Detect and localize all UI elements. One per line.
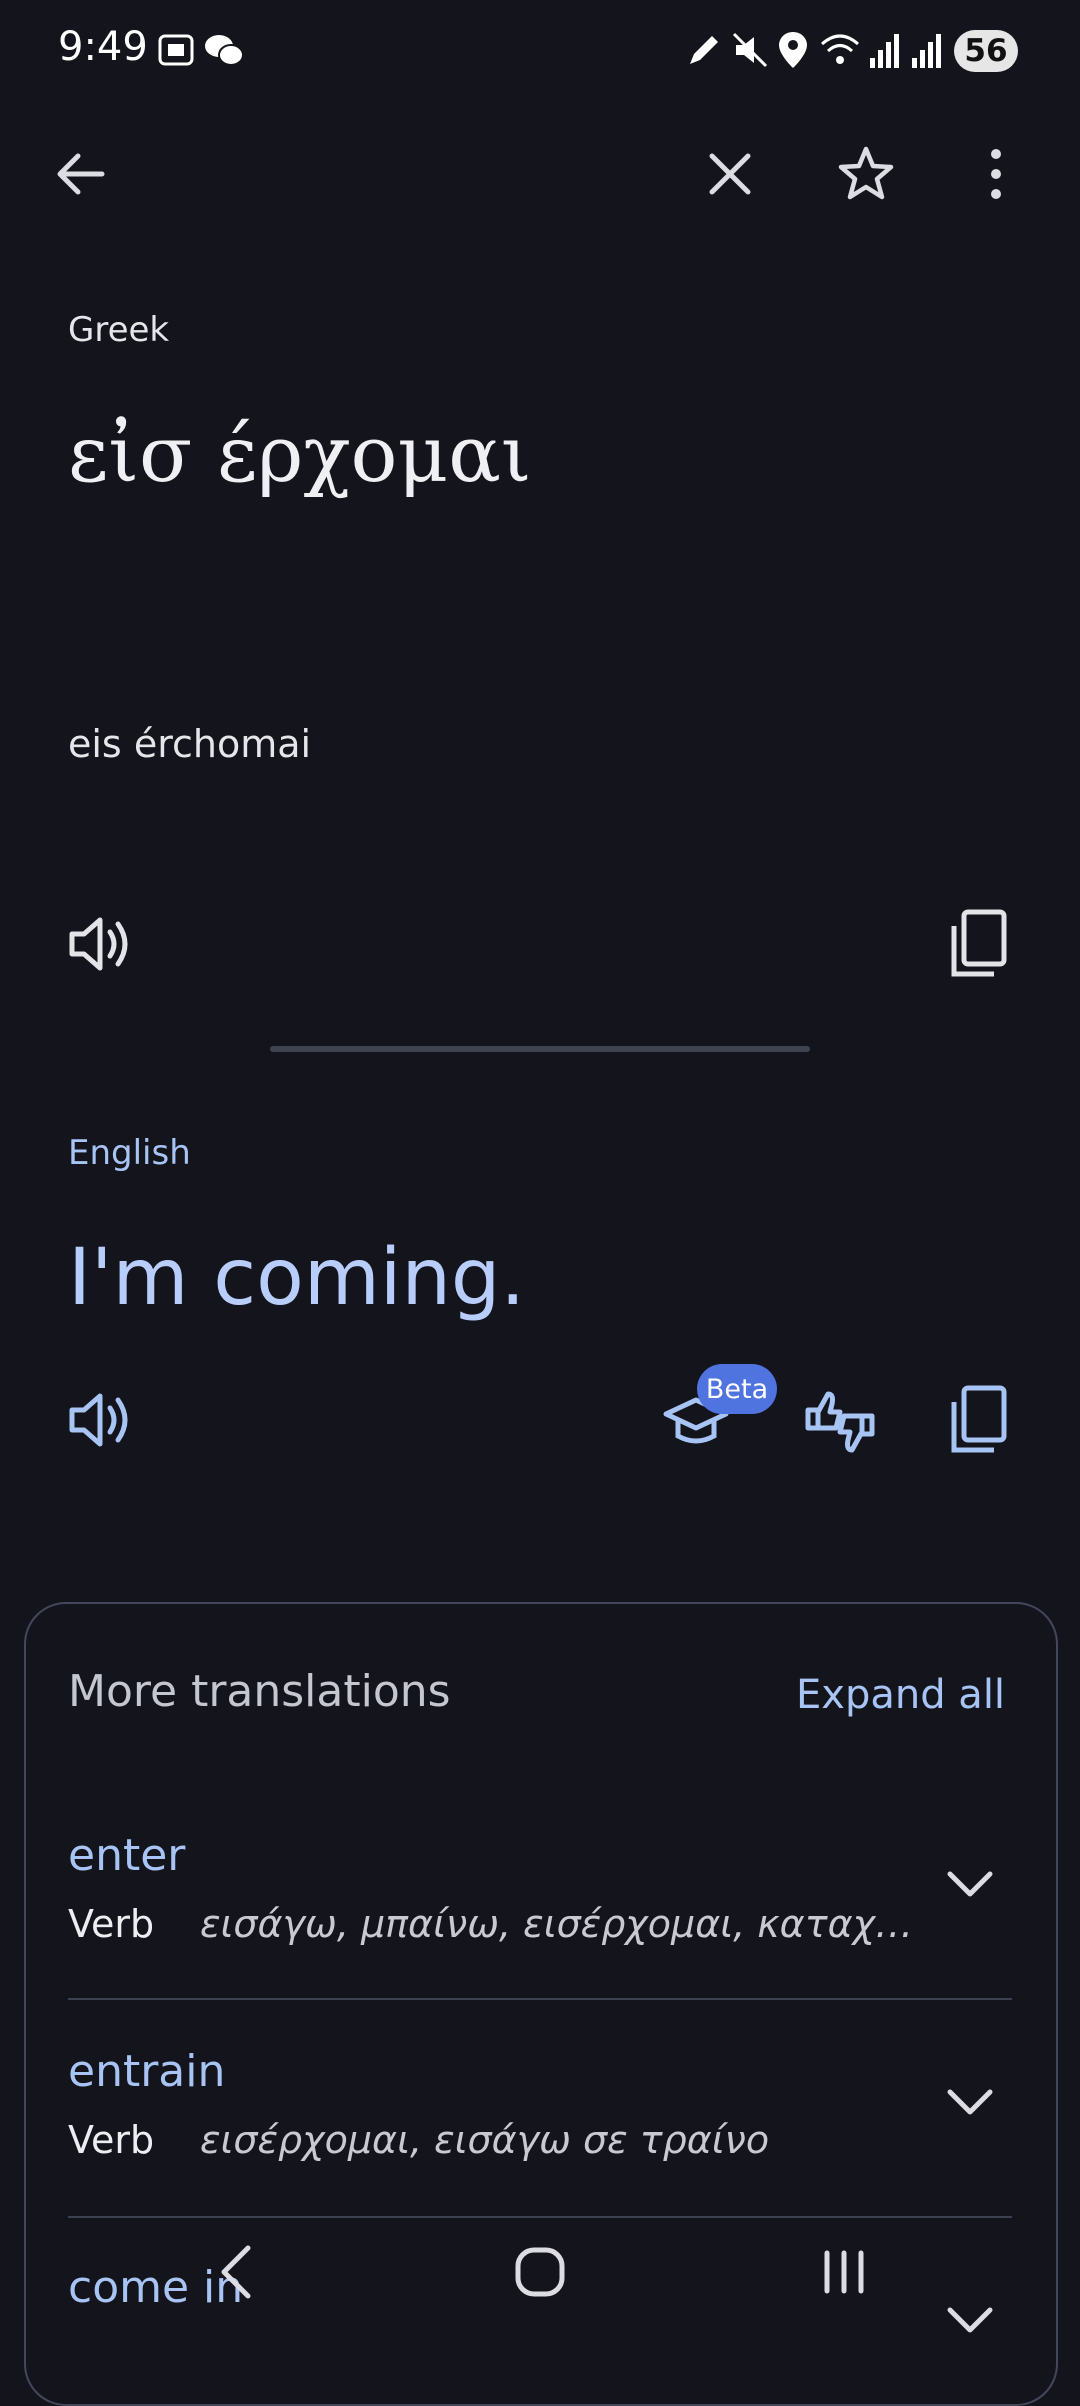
entry-divider	[68, 1998, 1012, 2000]
nav-recents-button[interactable]	[794, 2222, 894, 2322]
source-text[interactable]: εἰσ έρχομαι	[68, 410, 531, 500]
thumbs-up-down-icon	[805, 1391, 875, 1453]
star-icon	[838, 146, 894, 200]
rate-translation-button[interactable]	[800, 1384, 880, 1460]
source-transliteration: eis érchomai	[68, 722, 312, 766]
source-speak-button[interactable]	[60, 904, 140, 984]
home-icon	[515, 2247, 565, 2297]
entry-word: entrain	[68, 2046, 226, 2097]
mute-icon	[730, 30, 770, 70]
nav-home-button[interactable]	[490, 2222, 590, 2322]
status-time: 9:49	[58, 24, 148, 70]
expand-entry-button[interactable]	[940, 1864, 1000, 1904]
signal-icon	[910, 30, 946, 70]
pen-icon	[684, 30, 724, 70]
wifi-icon	[818, 30, 862, 70]
more-options-button[interactable]	[948, 126, 1044, 222]
screenshot-icon	[156, 30, 196, 70]
close-icon	[709, 153, 751, 195]
back-button[interactable]	[32, 126, 128, 222]
chevron-down-icon	[947, 2089, 993, 2115]
target-copy-button[interactable]	[944, 1380, 1014, 1460]
target-language-label[interactable]: English	[68, 1133, 191, 1173]
chevron-down-icon	[947, 2307, 993, 2333]
speaker-icon	[69, 1393, 128, 1447]
source-copy-button[interactable]	[944, 904, 1014, 984]
expand-entry-button[interactable]	[940, 2300, 1000, 2340]
chevron-down-icon	[947, 1871, 993, 1897]
battery-level: 56	[954, 30, 1018, 72]
source-language-label[interactable]: Greek	[68, 310, 169, 350]
target-speak-button[interactable]	[60, 1380, 140, 1460]
nav-back-icon	[221, 2245, 251, 2299]
entry-pos: Verb	[68, 2118, 155, 2162]
translation-text[interactable]: I'm coming.	[68, 1233, 525, 1323]
entry-pos: Verb	[68, 1902, 155, 1946]
nav-back-button[interactable]	[186, 2222, 286, 2322]
copy-icon	[951, 909, 1007, 977]
copy-icon	[951, 1385, 1007, 1453]
beta-badge: Beta	[697, 1364, 777, 1414]
entry-translations: εισέρχομαι, εισάγω σε τραίνο	[200, 2118, 770, 2162]
expand-all-button[interactable]: Expand all	[796, 1672, 1005, 1718]
entry-word: enter	[68, 1830, 186, 1881]
save-star-button[interactable]	[818, 126, 914, 222]
more-translations-title: More translations	[68, 1666, 451, 1717]
speaker-icon	[69, 917, 128, 971]
wechat-icon	[202, 30, 246, 70]
recents-icon	[824, 2250, 864, 2294]
signal-icon	[868, 30, 904, 70]
entry-divider	[68, 2216, 1012, 2218]
back-arrow-icon	[57, 153, 105, 195]
expand-entry-button[interactable]	[940, 2082, 1000, 2122]
entry-translations: εισάγω, μπαίνω, εισέρχομαι, καταχωρί...	[200, 1902, 935, 1946]
panel-divider[interactable]	[270, 1046, 810, 1052]
location-icon	[776, 30, 810, 70]
clear-button[interactable]	[682, 126, 778, 222]
list-item[interactable]	[24, 2002, 1054, 2216]
more-vert-icon	[991, 149, 1001, 199]
